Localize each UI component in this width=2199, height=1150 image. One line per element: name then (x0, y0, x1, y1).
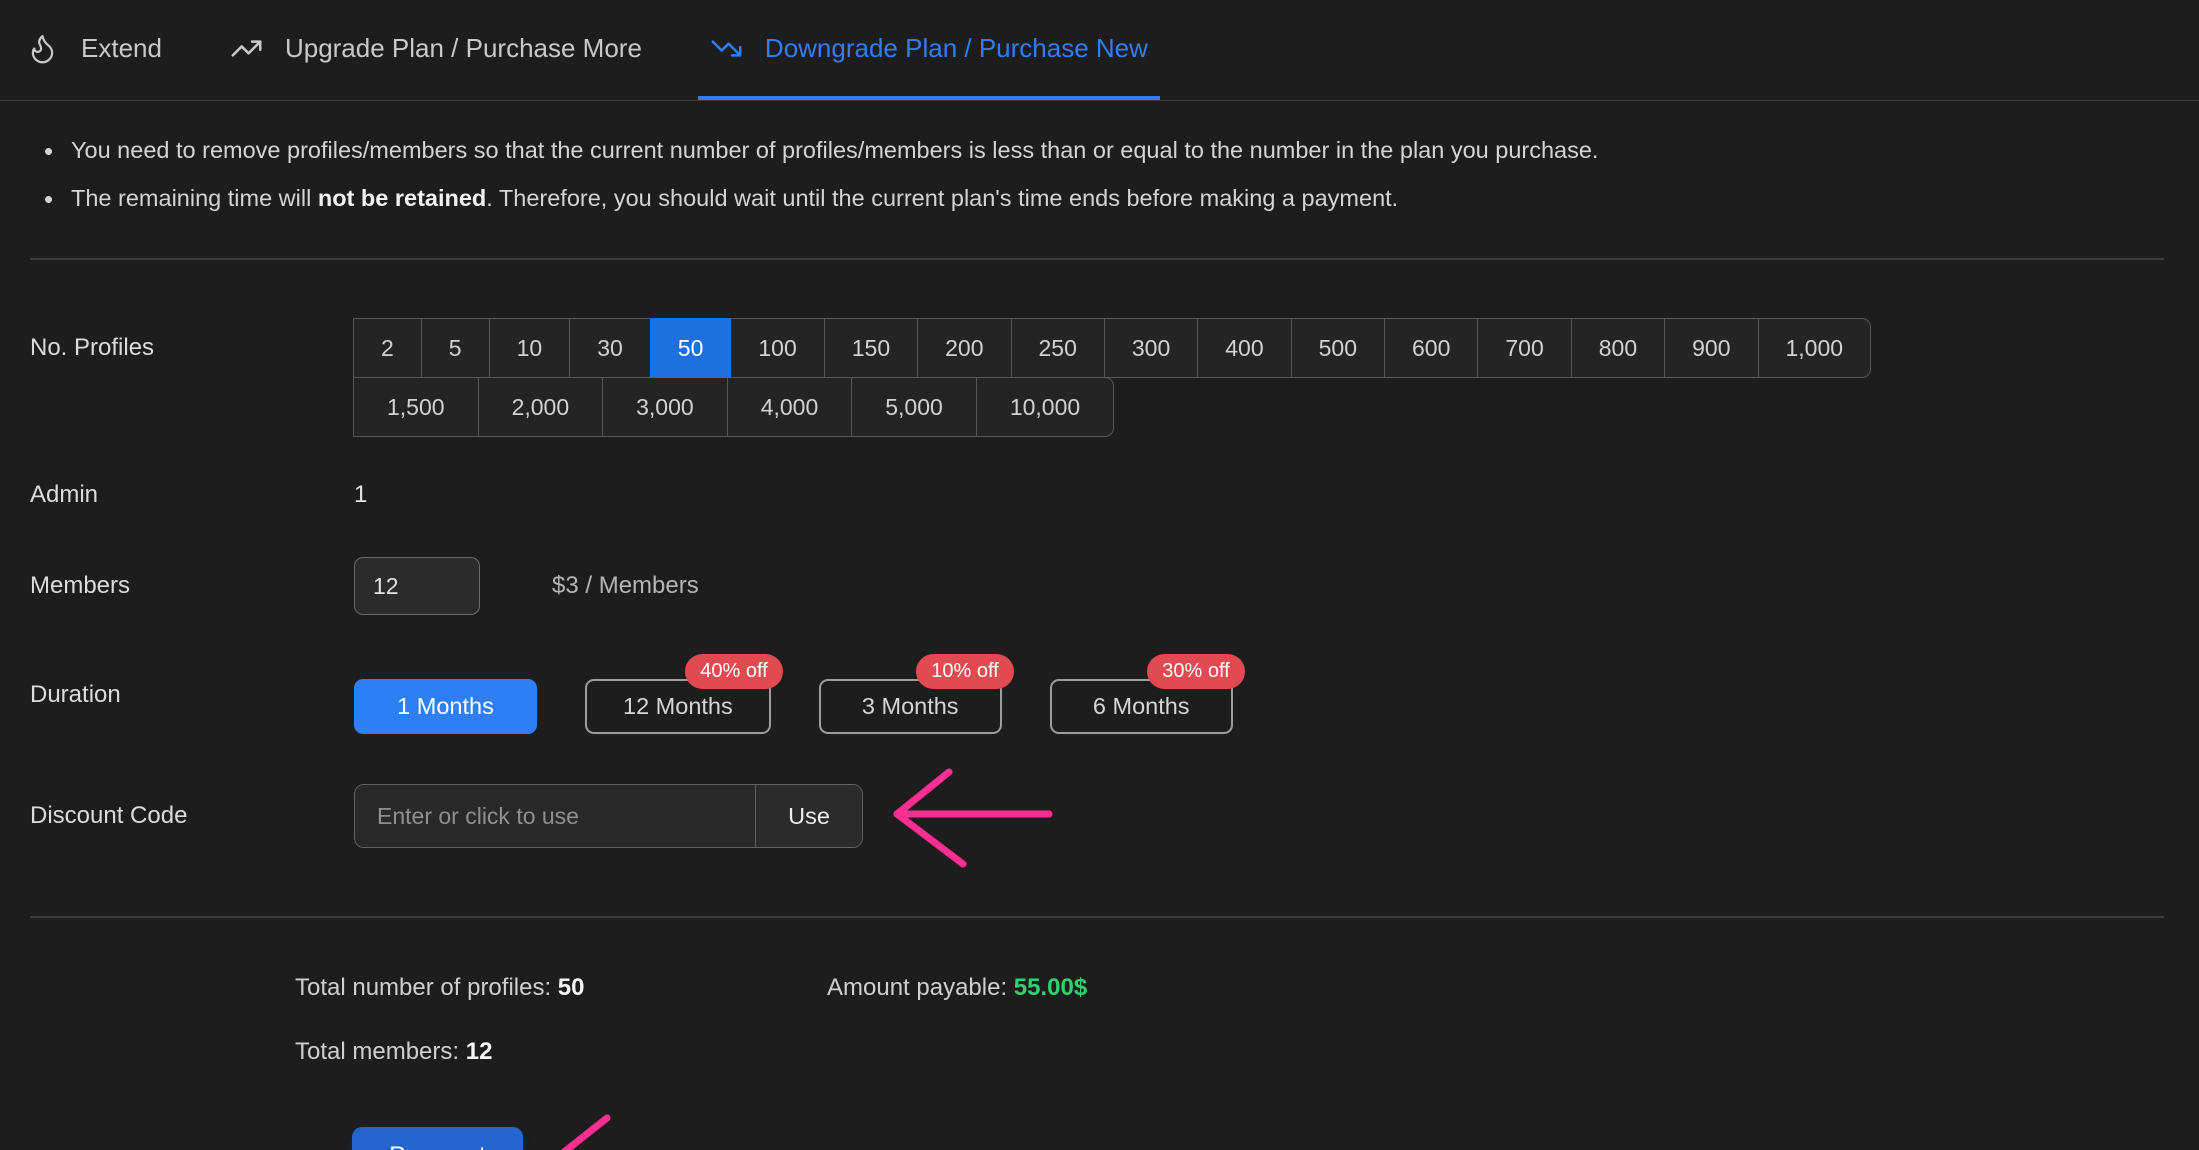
discount-code-group: Use (354, 784, 863, 848)
total-members: Total members: 12 (295, 1038, 2199, 1066)
discount-badge: 40% off (685, 654, 782, 689)
profile-option-button[interactable]: 400 (1197, 318, 1291, 378)
left-arrow-annotation (889, 764, 1057, 868)
admin-label: Admin (30, 481, 354, 509)
profile-option-button[interactable]: 10 (489, 318, 571, 378)
note-item: You need to remove profiles/members so t… (44, 135, 2199, 167)
plan-notes: You need to remove profiles/members so t… (44, 135, 2199, 214)
profiles-label: No. Profiles (30, 318, 354, 378)
payment-row: Payment (352, 1110, 2199, 1150)
discount-code-label: Discount Code (30, 802, 354, 830)
total-profiles-value: 50 (558, 974, 585, 1001)
profile-option-button[interactable]: 900 (1664, 318, 1758, 378)
profile-option-button[interactable]: 800 (1571, 318, 1665, 378)
profile-option-button[interactable]: 30 (569, 318, 651, 378)
profile-option-button[interactable]: 1,000 (1758, 318, 1872, 378)
profile-option-button[interactable]: 4,000 (727, 377, 853, 437)
profile-option-button[interactable]: 3,000 (602, 377, 728, 437)
admin-value: 1 (354, 481, 367, 509)
payment-button[interactable]: Payment (352, 1127, 523, 1150)
purchase-form: No. Profiles 251030501001502002503004005… (30, 318, 2199, 868)
divider (30, 916, 2164, 918)
duration-option-button[interactable]: 1 Months (354, 679, 537, 734)
total-members-value: 12 (466, 1038, 493, 1065)
tab-upgrade-plan[interactable]: Upgrade Plan / Purchase More (218, 0, 654, 100)
profile-options-row2: 1,5002,0003,0004,0005,00010,000 (354, 377, 1871, 437)
profile-option-button[interactable]: 300 (1104, 318, 1198, 378)
trend-up-icon (230, 32, 263, 65)
profile-option-button[interactable]: 100 (730, 318, 824, 378)
profile-option-button[interactable]: 500 (1291, 318, 1385, 378)
duration-options: 1 Months 12 Months 40% off 3 Months 10% … (354, 655, 1233, 734)
profile-option-button[interactable]: 700 (1477, 318, 1571, 378)
discount-badge: 10% off (916, 654, 1013, 689)
duration-option-button[interactable]: 6 Months 30% off (1050, 679, 1233, 734)
profile-option-button[interactable]: 1,500 (353, 377, 479, 437)
profile-option-button[interactable]: 2 (353, 318, 422, 378)
profile-option-button[interactable]: 5 (421, 318, 490, 378)
duration-label: Duration (30, 681, 354, 709)
profile-option-button[interactable]: 250 (1011, 318, 1105, 378)
amount-payable-value: 55.00$ (1014, 974, 1087, 1001)
profile-option-button[interactable]: 200 (917, 318, 1011, 378)
profile-option-button[interactable]: 600 (1384, 318, 1478, 378)
plan-tabs: Extend Upgrade Plan / Purchase More Down… (0, 0, 2199, 101)
left-arrow-annotation (551, 1110, 709, 1150)
duration-option-button[interactable]: 3 Months 10% off (819, 679, 1002, 734)
tab-label: Extend (81, 33, 162, 64)
note-item: The remaining time will not be retained.… (44, 183, 2199, 215)
profile-option-button[interactable]: 2,000 (478, 377, 604, 437)
divider (30, 258, 2164, 260)
billing-page: Extend Upgrade Plan / Purchase More Down… (0, 0, 2199, 1150)
use-discount-button[interactable]: Use (755, 785, 862, 847)
tab-downgrade-plan[interactable]: Downgrade Plan / Purchase New (698, 0, 1160, 100)
discount-badge: 30% off (1147, 654, 1244, 689)
profile-option-button[interactable]: 150 (824, 318, 918, 378)
amount-payable: Amount payable: 55.00$ (827, 974, 1087, 1002)
duration-option-button[interactable]: 12 Months 40% off (585, 679, 771, 734)
tab-label: Upgrade Plan / Purchase More (285, 33, 642, 64)
members-label: Members (30, 572, 354, 600)
discount-code-input[interactable] (355, 785, 755, 847)
total-profiles: Total number of profiles: 50 (295, 974, 827, 1002)
profile-options: 2510305010015020025030040050060070080090… (354, 318, 1871, 437)
tab-extend[interactable]: Extend (14, 0, 174, 100)
profile-options-row1: 2510305010015020025030040050060070080090… (354, 318, 1871, 378)
members-input[interactable] (354, 557, 480, 615)
trend-down-icon (710, 32, 743, 65)
profile-option-button[interactable]: 50 (650, 318, 732, 378)
flame-icon (26, 32, 59, 65)
profile-option-button[interactable]: 10,000 (976, 377, 1114, 437)
tab-label: Downgrade Plan / Purchase New (765, 33, 1148, 64)
profile-option-button[interactable]: 5,000 (851, 377, 977, 437)
order-summary: Total number of profiles: 50 Amount paya… (295, 974, 2199, 1066)
members-price-hint: $3 / Members (552, 572, 699, 600)
